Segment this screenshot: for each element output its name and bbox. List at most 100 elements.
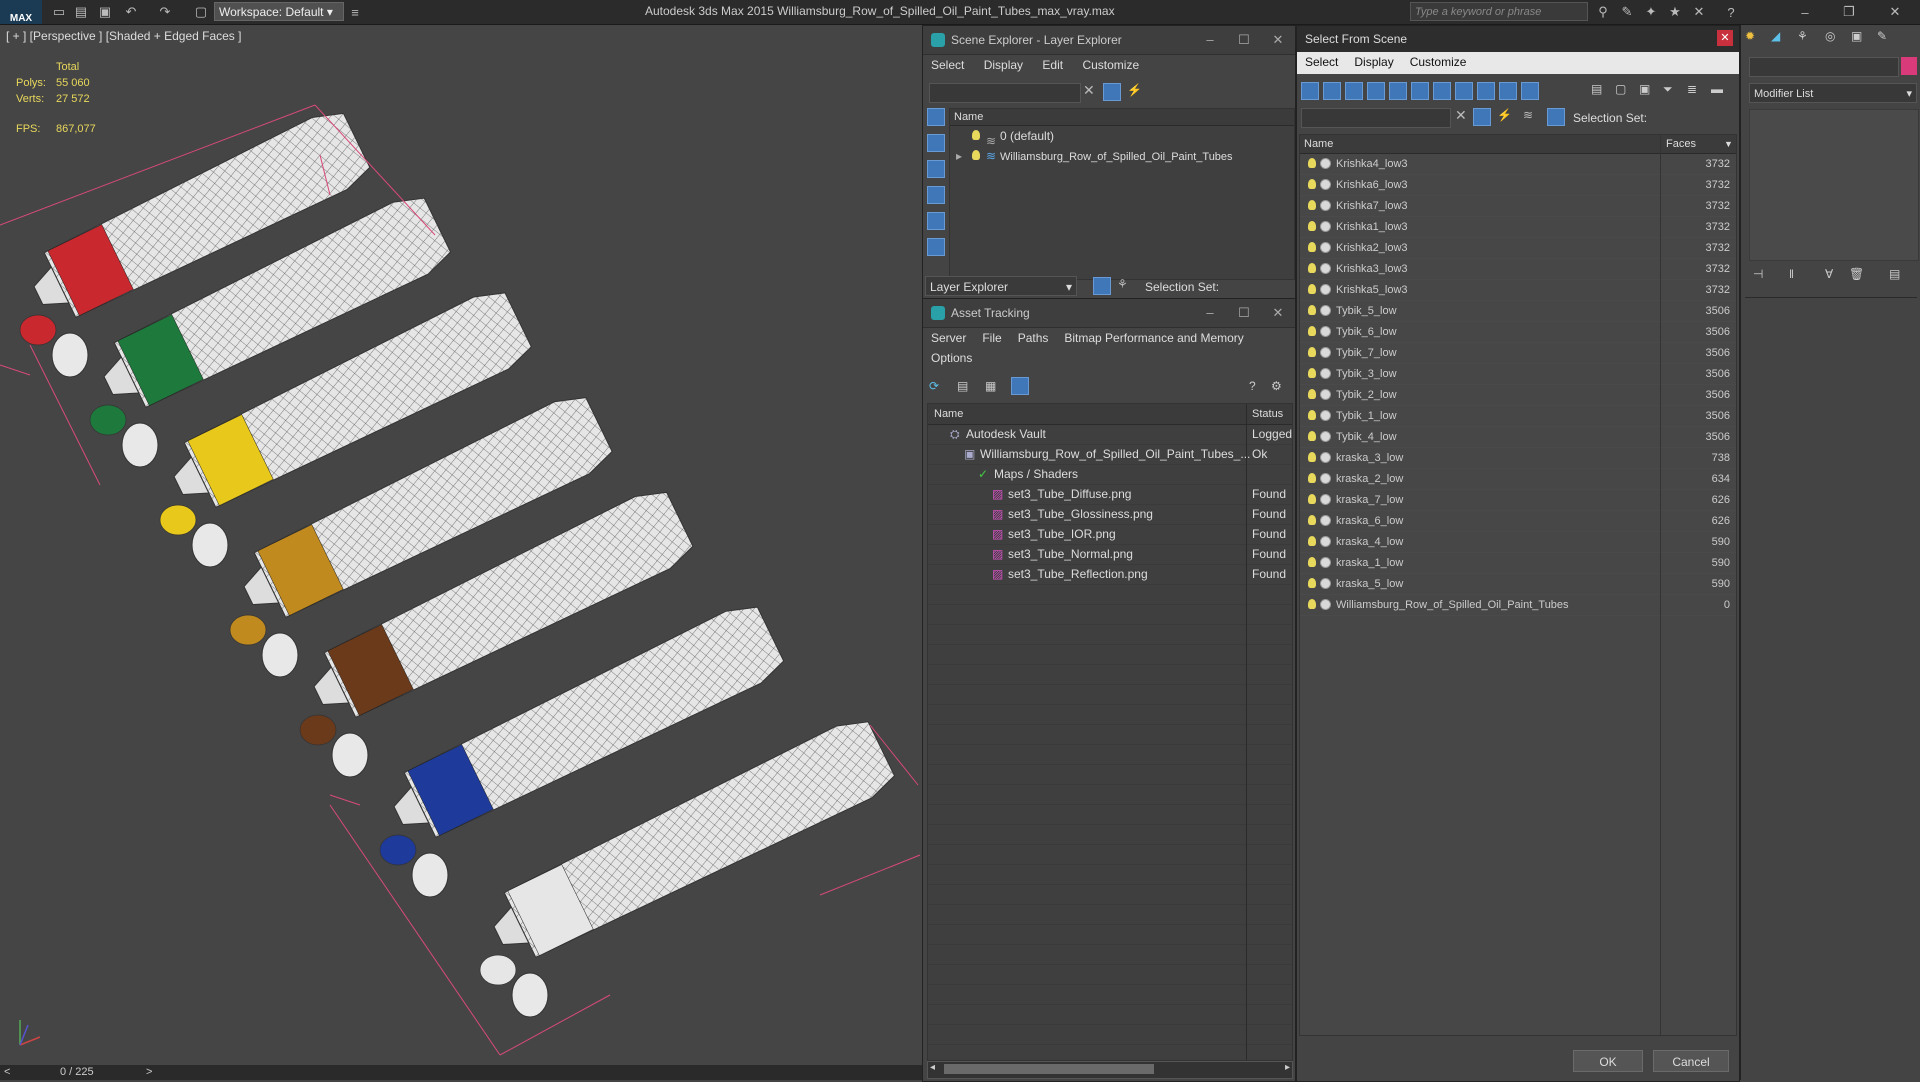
asset-row[interactable]: ✓ Maps / Shaders [928,465,1292,485]
display-helpers-icon[interactable] [927,212,945,230]
ok-button[interactable]: OK [1573,1050,1643,1072]
select-all-icon[interactable]: ▤ [1591,82,1602,96]
light-bulb-icon[interactable] [972,150,980,160]
sort-arrow-icon[interactable]: ▼ [1724,135,1733,153]
scene-object-row[interactable]: Krishka3_low3 3732 [1300,259,1736,280]
scene-object-row[interactable]: kraska_4_low 590 [1300,532,1736,553]
select-invert-icon[interactable]: ▣ [1639,82,1650,96]
layer-toggle-icon[interactable] [1093,277,1111,295]
layer-icon[interactable]: ≋ [1523,108,1533,122]
asset-row[interactable]: ⛭ Autodesk Vault Logged [928,425,1292,445]
object-name-input[interactable] [1749,57,1899,77]
light-bulb-icon[interactable] [1308,200,1316,210]
maximize-icon[interactable]: ☐ [1227,299,1261,327]
filter-shapes-icon[interactable] [1323,82,1341,100]
display-shapes-icon[interactable] [927,134,945,152]
asset-row[interactable]: ▨ set3_Tube_Normal.png Found [928,545,1292,565]
collapse-icon[interactable]: ▬ [1711,82,1723,96]
scene-object-row[interactable]: Tybik_6_low 3506 [1300,322,1736,343]
scene-object-row[interactable]: Krishka5_low3 3732 [1300,280,1736,301]
light-bulb-icon[interactable] [1308,494,1316,504]
scene-explorer-titlebar[interactable]: Scene Explorer - Layer Explorer – ☐ ✕ [923,26,1295,55]
search-input[interactable]: Type a keyword or phrase [1410,2,1588,21]
filter-geometry-icon[interactable] [1301,82,1319,100]
cancel-button[interactable]: Cancel [1653,1050,1729,1072]
remove-modifier-icon[interactable]: 🗑 [1849,267,1864,281]
display-spacewarps-icon[interactable] [927,238,945,256]
display-tab-icon[interactable]: ▣ [1851,29,1862,43]
project-folder-icon[interactable]: ▢ [192,3,210,21]
layer-row[interactable]: ▸ ≋ Williamsburg_Row_of_Spilled_Oil_Pain… [950,146,1294,166]
close-icon[interactable]: ✕ [1717,30,1733,46]
col-name-header[interactable]: Name [934,404,963,424]
light-bulb-icon[interactable] [1308,347,1316,357]
hierarchy-view-icon[interactable]: ≣ [1687,82,1697,96]
light-bulb-icon[interactable] [1308,368,1316,378]
scene-object-row[interactable]: Krishka6_low3 3732 [1300,175,1736,196]
selection-set-icon[interactable] [1547,108,1565,126]
display-cameras-icon[interactable] [927,186,945,204]
scene-object-row[interactable]: kraska_2_low 634 [1300,469,1736,490]
hierarchy-tab-icon[interactable]: ⚘ [1797,29,1808,43]
menu-file[interactable]: File [974,328,1009,348]
hierarchy-icon[interactable]: ⚘ [1117,277,1128,291]
undo-icon[interactable]: ↶ [122,3,140,21]
explorer-type-dropdown[interactable]: Layer Explorer ▾ [925,276,1077,296]
minimize-icon[interactable]: – [1193,299,1227,327]
scene-object-row[interactable]: kraska_3_low 738 [1300,448,1736,469]
scene-object-row[interactable]: Tybik_4_low 3506 [1300,427,1736,448]
open-folder-icon[interactable]: ▤ [72,3,90,21]
scene-object-row[interactable]: Tybik_3_low 3506 [1300,364,1736,385]
scene-object-row[interactable]: Krishka4_low3 3732 [1300,154,1736,175]
select-none-icon[interactable]: ▢ [1615,82,1626,96]
expand-arrow-icon[interactable]: ▸ [956,146,962,166]
menu-paths[interactable]: Paths [1010,328,1057,348]
light-bulb-icon[interactable] [1308,389,1316,399]
motion-tab-icon[interactable]: ◎ [1825,29,1835,43]
asset-row[interactable]: ▨ set3_Tube_Reflection.png Found [928,565,1292,585]
scroll-left-icon[interactable]: ◂ [930,1062,935,1073]
redo-icon[interactable]: ↷ [156,3,174,21]
scene-object-row[interactable]: Tybik_2_low 3506 [1300,385,1736,406]
asset-row[interactable]: ▨ set3_Tube_IOR.png Found [928,525,1292,545]
detail-view-icon[interactable]: ▦ [985,379,996,393]
time-next-button[interactable]: > [146,1066,152,1078]
menu-customize[interactable]: Customize [1074,55,1147,75]
light-bulb-icon[interactable] [1308,158,1316,168]
menu-server[interactable]: Server [923,328,974,348]
light-bulb-icon[interactable] [1308,557,1316,567]
object-color-swatch[interactable] [1901,57,1917,75]
perspective-viewport[interactable]: [ + ] [Perspective ] [Shaded + Edged Fac… [0,25,924,1065]
filter-toggle-icon[interactable] [1473,108,1491,126]
asset-row[interactable]: ▨ set3_Tube_Diffuse.png Found [928,485,1292,505]
light-bulb-icon[interactable] [972,130,980,140]
display-geometry-icon[interactable] [927,108,945,126]
help-icon[interactable]: ? [1722,3,1740,21]
favorites-icon[interactable]: ★ [1666,3,1684,21]
menu-select[interactable]: Select [1297,52,1346,72]
tools-icon[interactable]: ✎ [1618,3,1636,21]
scene-object-row[interactable]: kraska_1_low 590 [1300,553,1736,574]
time-slider[interactable]: < 0 / 225 > [0,1065,922,1080]
hierarchy-toggle-icon[interactable]: ⚡ [1497,108,1512,122]
scene-object-row[interactable]: Tybik_1_low 3506 [1300,406,1736,427]
light-bulb-icon[interactable] [1308,263,1316,273]
clear-search-icon[interactable]: ✕ [1083,82,1095,99]
filter-funnel-icon[interactable]: ⏷ [1663,82,1673,97]
modify-tab-icon[interactable]: ◢ [1771,29,1780,43]
restore-icon[interactable]: ❐ [1840,3,1858,21]
utilities-tab-icon[interactable]: ✎ [1877,29,1887,43]
light-bulb-icon[interactable] [1308,284,1316,294]
list-view-icon[interactable]: ▤ [957,379,968,393]
light-bulb-icon[interactable] [1308,221,1316,231]
light-bulb-icon[interactable] [1308,599,1316,609]
scroll-right-icon[interactable]: ▸ [1285,1062,1290,1073]
menu-options[interactable]: Options [923,348,980,368]
app-logo[interactable]: MAX [0,0,42,24]
scrollbar-thumb[interactable] [944,1064,1154,1074]
maximize-icon[interactable]: ☐ [1227,26,1261,54]
show-end-result-icon[interactable]: ‖ [1789,267,1794,281]
refresh-icon[interactable]: ⟳ [929,379,939,393]
filter-xrefs-icon[interactable] [1455,82,1473,100]
close-icon[interactable]: ✕ [1261,26,1295,54]
